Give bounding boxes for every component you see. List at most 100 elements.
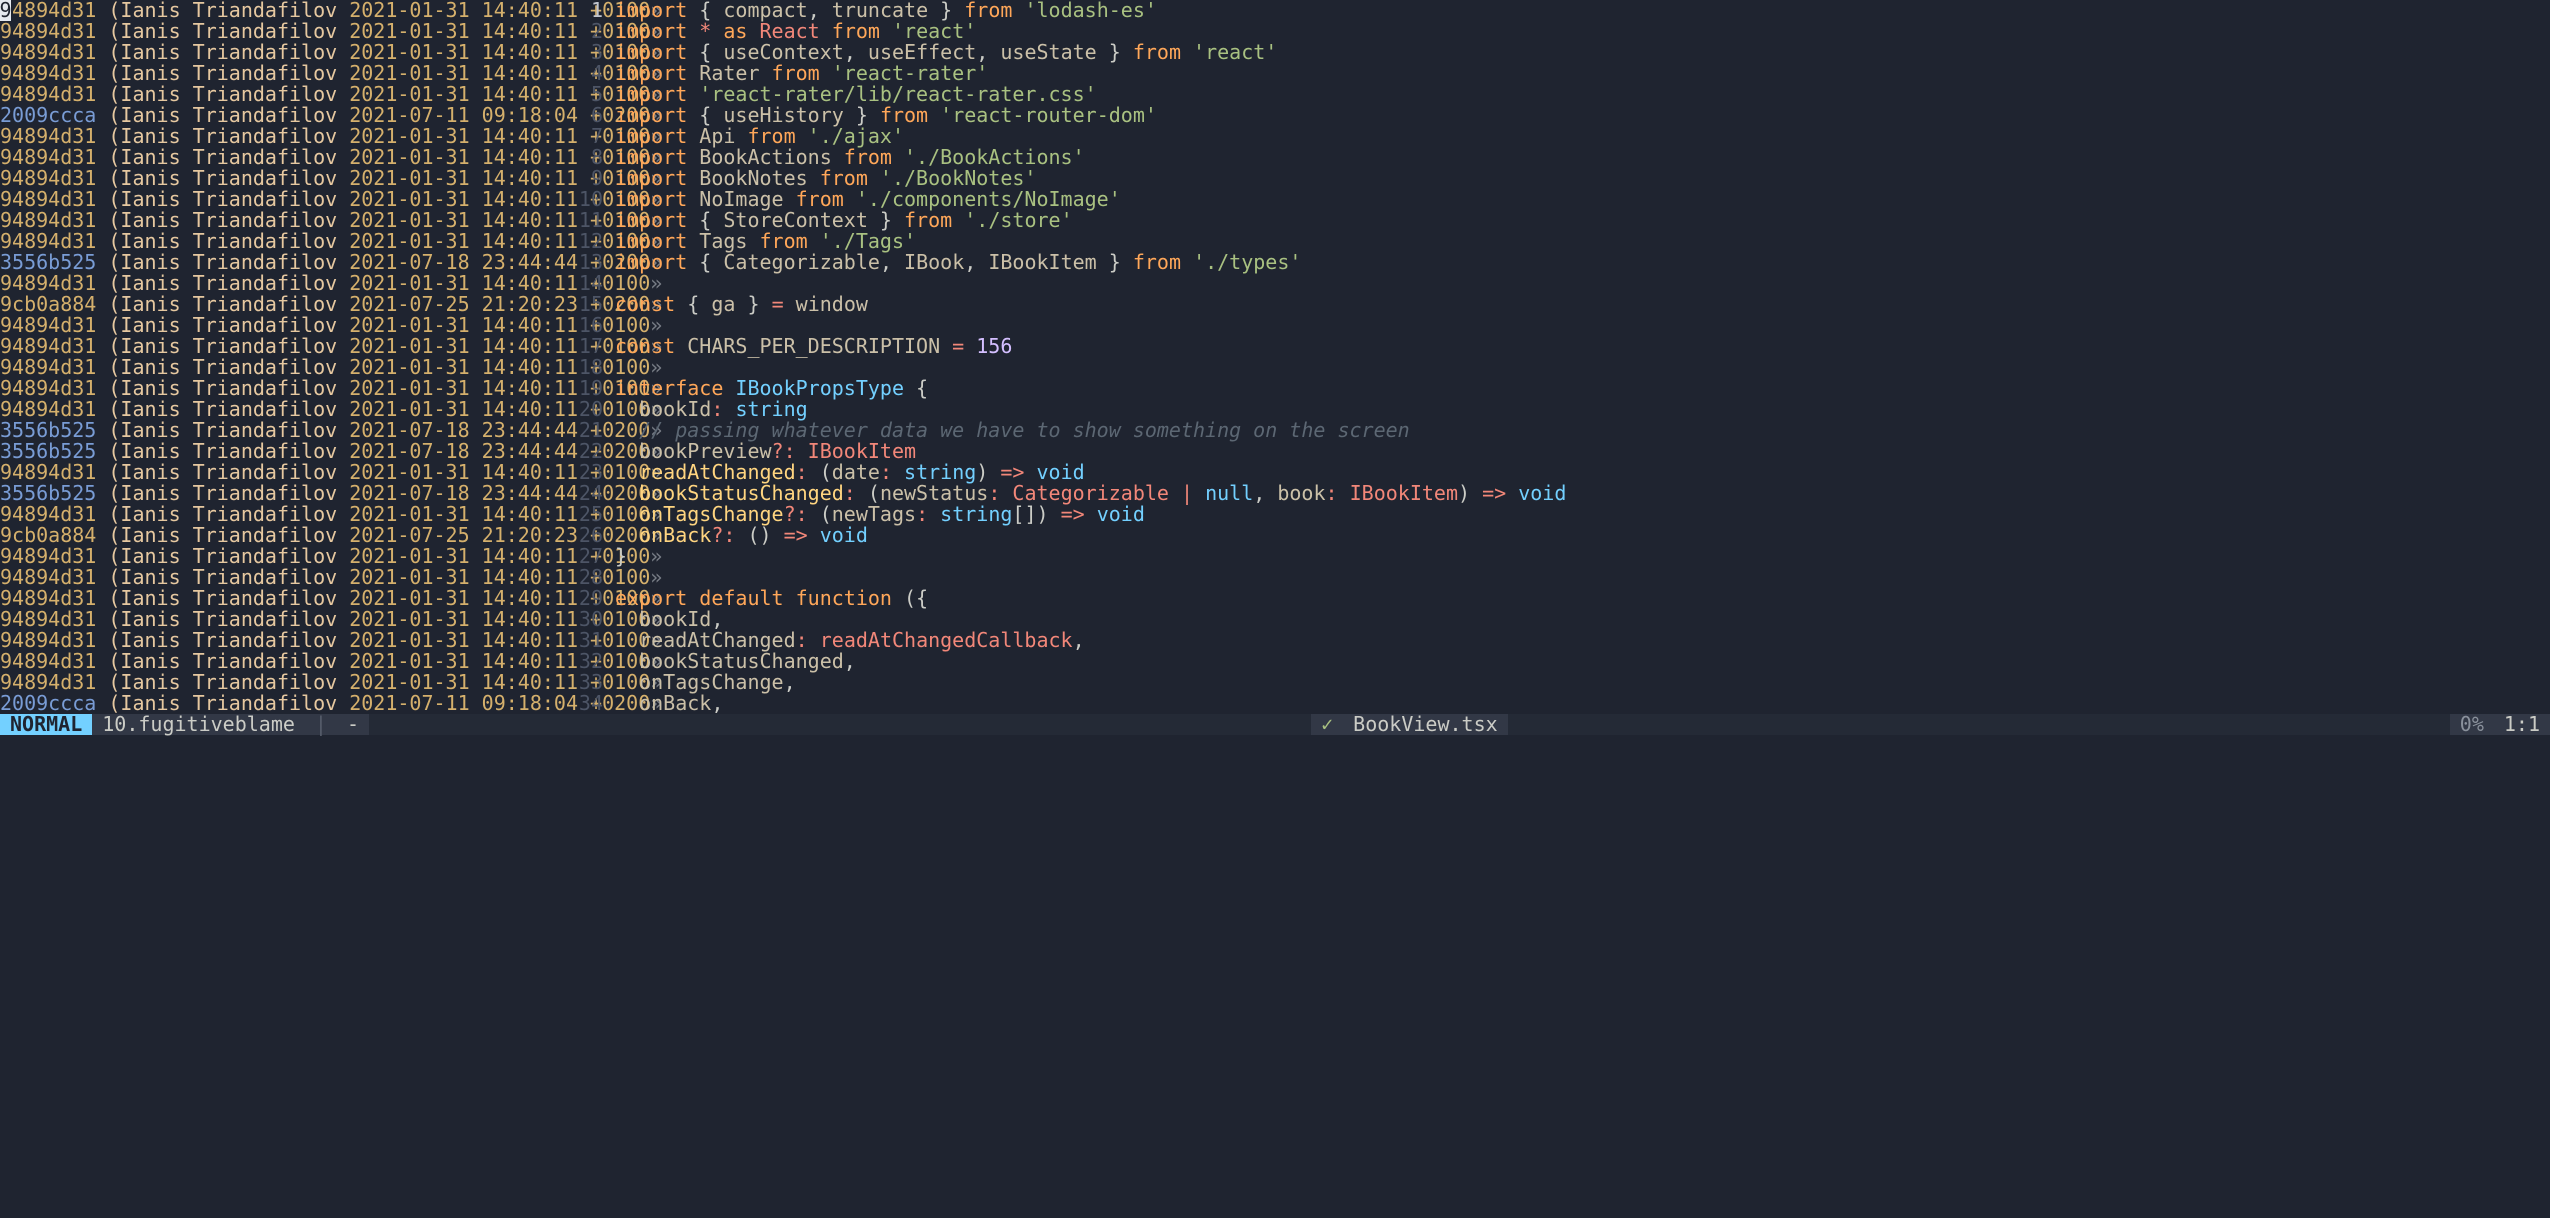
- code-line[interactable]: 15const { ga } = window: [555, 294, 2550, 315]
- blame-line[interactable]: 9cb0a884 (Ianis Triandafilov 2021-07-25 …: [0, 294, 555, 315]
- blame-line[interactable]: 94894d31 (Ianis Triandafilov 2021-01-31 …: [0, 609, 555, 630]
- blame-commit-hash[interactable]: 94894d31: [0, 63, 96, 84]
- blame-line[interactable]: 94894d31 (Ianis Triandafilov 2021-01-31 …: [0, 672, 555, 693]
- blame-commit-hash[interactable]: 94894d31: [0, 147, 96, 168]
- blame-commit-hash[interactable]: 2009ccca: [0, 105, 96, 126]
- blame-commit-hash[interactable]: 94894d31: [0, 231, 96, 252]
- blame-commit-hash[interactable]: 94894d31: [0, 336, 96, 357]
- blame-commit-hash[interactable]: 94894d31: [0, 651, 96, 672]
- code-line[interactable]: 32 bookStatusChanged,: [555, 651, 2550, 672]
- blame-line[interactable]: 94894d31 (Ianis Triandafilov 2021-01-31 …: [0, 126, 555, 147]
- blame-commit-hash[interactable]: 94894d31: [0, 84, 96, 105]
- blame-line[interactable]: 94894d31 (Ianis Triandafilov 2021-01-31 …: [0, 231, 555, 252]
- blame-line[interactable]: 94894d31 (Ianis Triandafilov 2021-01-31 …: [0, 588, 555, 609]
- code-line[interactable]: 26 onBack?: () => void: [555, 525, 2550, 546]
- code-line[interactable]: 22 bookPreview?: IBookItem: [555, 441, 2550, 462]
- blame-line[interactable]: 94894d31 (Ianis Triandafilov 2021-01-31 …: [0, 378, 555, 399]
- code-line[interactable]: 27}: [555, 546, 2550, 567]
- blame-line[interactable]: 94894d31 (Ianis Triandafilov 2021-01-31 …: [0, 567, 555, 588]
- blame-line[interactable]: 94894d31 (Ianis Triandafilov 2021-01-31 …: [0, 357, 555, 378]
- code-line[interactable]: 24 bookStatusChanged: (newStatus: Catego…: [555, 483, 2550, 504]
- blame-commit-hash[interactable]: 94894d31: [0, 609, 96, 630]
- blame-line[interactable]: 94894d31 (Ianis Triandafilov 2021-01-31 …: [0, 168, 555, 189]
- blame-line[interactable]: 94894d31 (Ianis Triandafilov 2021-01-31 …: [0, 21, 555, 42]
- blame-commit-hash[interactable]: 94894d31: [0, 630, 96, 651]
- code-pane[interactable]: 1import { compact, truncate } from 'loda…: [555, 0, 2550, 714]
- code-line[interactable]: 23 readAtChanged: (date: string) => void: [555, 462, 2550, 483]
- blame-commit-hash[interactable]: 94894d31: [0, 210, 96, 231]
- blame-commit-hash[interactable]: 94894d31: [0, 273, 96, 294]
- blame-commit-hash[interactable]: 9cb0a884: [0, 294, 96, 315]
- blame-commit-hash[interactable]: 94894d31: [0, 378, 96, 399]
- code-line[interactable]: 18: [555, 357, 2550, 378]
- code-line[interactable]: 6import { useHistory } from 'react-route…: [555, 105, 2550, 126]
- code-line[interactable]: 13import { Categorizable, IBook, IBookIt…: [555, 252, 2550, 273]
- blame-commit-hash[interactable]: 94894d31: [0, 42, 96, 63]
- blame-line[interactable]: 2009ccca (Ianis Triandafilov 2021-07-11 …: [0, 105, 555, 126]
- code-line[interactable]: 17const CHARS_PER_DESCRIPTION = 156: [555, 336, 2550, 357]
- blame-commit-hash[interactable]: 94894d31: [0, 588, 96, 609]
- blame-commit-hash[interactable]: 3556b525: [0, 252, 96, 273]
- code-line[interactable]: 2import * as React from 'react': [555, 21, 2550, 42]
- code-line[interactable]: 25 onTagsChange?: (newTags: string[]) =>…: [555, 504, 2550, 525]
- code-line[interactable]: 4import Rater from 'react-rater': [555, 63, 2550, 84]
- code-line[interactable]: 7import Api from './ajax': [555, 126, 2550, 147]
- blame-commit-hash[interactable]: 2009ccca: [0, 693, 96, 714]
- code-line[interactable]: 11import { StoreContext } from './store': [555, 210, 2550, 231]
- blame-commit-hash[interactable]: 3556b525: [0, 420, 96, 441]
- blame-commit-hash[interactable]: 94894d31: [0, 21, 96, 42]
- blame-commit-hash[interactable]: 94894d31: [0, 399, 96, 420]
- blame-line[interactable]: 3556b525 (Ianis Triandafilov 2021-07-18 …: [0, 441, 555, 462]
- blame-line[interactable]: 94894d31 (Ianis Triandafilov 2021-01-31 …: [0, 651, 555, 672]
- code-line[interactable]: 31 readAtChanged: readAtChangedCallback,: [555, 630, 2550, 651]
- blame-commit-hash[interactable]: 94894d31: [0, 315, 96, 336]
- blame-line[interactable]: 94894d31 (Ianis Triandafilov 2021-01-31 …: [0, 42, 555, 63]
- blame-line[interactable]: 94894d31 (Ianis Triandafilov 2021-01-31 …: [0, 462, 555, 483]
- code-line[interactable]: 9import BookNotes from './BookNotes': [555, 168, 2550, 189]
- blame-commit-hash[interactable]: 3556b525: [0, 441, 96, 462]
- code-line[interactable]: 3import { useContext, useEffect, useStat…: [555, 42, 2550, 63]
- code-line[interactable]: 34 onBack,: [555, 693, 2550, 714]
- blame-commit-hash[interactable]: 94894d31: [0, 504, 96, 525]
- blame-commit-hash[interactable]: 94894d31: [0, 462, 96, 483]
- blame-commit-hash[interactable]: 94894d31: [0, 546, 96, 567]
- blame-line[interactable]: 94894d31 (Ianis Triandafilov 2021-01-31 …: [0, 147, 555, 168]
- blame-commit-hash[interactable]: 94894d31: [0, 567, 96, 588]
- blame-commit-hash[interactable]: 94894d31: [0, 168, 96, 189]
- blame-commit-hash[interactable]: 94894d31: [0, 672, 96, 693]
- blame-commit-hash[interactable]: 94894d31: [0, 189, 96, 210]
- code-line[interactable]: 14: [555, 273, 2550, 294]
- blame-line[interactable]: 94894d31 (Ianis Triandafilov 2021-01-31 …: [0, 399, 555, 420]
- git-blame-pane[interactable]: 94894d31 (Ianis Triandafilov 2021-01-31 …: [0, 0, 555, 714]
- code-line[interactable]: 5import 'react-rater/lib/react-rater.css…: [555, 84, 2550, 105]
- blame-line[interactable]: 94894d31 (Ianis Triandafilov 2021-01-31 …: [0, 210, 555, 231]
- code-line[interactable]: 29export default function ({: [555, 588, 2550, 609]
- code-line[interactable]: 19interface IBookPropsType {: [555, 378, 2550, 399]
- code-line[interactable]: 16: [555, 315, 2550, 336]
- code-line[interactable]: 33 onTagsChange,: [555, 672, 2550, 693]
- blame-commit-hash[interactable]: 94894d31: [0, 0, 96, 21]
- blame-line[interactable]: 3556b525 (Ianis Triandafilov 2021-07-18 …: [0, 483, 555, 504]
- blame-line[interactable]: 9cb0a884 (Ianis Triandafilov 2021-07-25 …: [0, 525, 555, 546]
- blame-line[interactable]: 3556b525 (Ianis Triandafilov 2021-07-18 …: [0, 252, 555, 273]
- code-line[interactable]: 8import BookActions from './BookActions': [555, 147, 2550, 168]
- code-line[interactable]: 12import Tags from './Tags': [555, 231, 2550, 252]
- code-line[interactable]: 10import NoImage from './components/NoIm…: [555, 189, 2550, 210]
- blame-line[interactable]: 94894d31 (Ianis Triandafilov 2021-01-31 …: [0, 189, 555, 210]
- blame-commit-hash[interactable]: 3556b525: [0, 483, 96, 504]
- blame-line[interactable]: 94894d31 (Ianis Triandafilov 2021-01-31 …: [0, 546, 555, 567]
- blame-line[interactable]: 94894d31 (Ianis Triandafilov 2021-01-31 …: [0, 273, 555, 294]
- blame-line[interactable]: 94894d31 (Ianis Triandafilov 2021-01-31 …: [0, 63, 555, 84]
- blame-commit-hash[interactable]: 94894d31: [0, 357, 96, 378]
- blame-line[interactable]: 94894d31 (Ianis Triandafilov 2021-01-31 …: [0, 630, 555, 651]
- blame-line[interactable]: 94894d31 (Ianis Triandafilov 2021-01-31 …: [0, 0, 555, 21]
- code-line[interactable]: 21 // passing whatever data we have to s…: [555, 420, 2550, 441]
- code-line[interactable]: 1import { compact, truncate } from 'loda…: [555, 0, 2550, 21]
- blame-commit-hash[interactable]: 9cb0a884: [0, 525, 96, 546]
- blame-commit-hash[interactable]: 94894d31: [0, 126, 96, 147]
- blame-line[interactable]: 3556b525 (Ianis Triandafilov 2021-07-18 …: [0, 420, 555, 441]
- blame-line[interactable]: 94894d31 (Ianis Triandafilov 2021-01-31 …: [0, 315, 555, 336]
- blame-line[interactable]: 94894d31 (Ianis Triandafilov 2021-01-31 …: [0, 84, 555, 105]
- code-line[interactable]: 28: [555, 567, 2550, 588]
- code-line[interactable]: 20 bookId: string: [555, 399, 2550, 420]
